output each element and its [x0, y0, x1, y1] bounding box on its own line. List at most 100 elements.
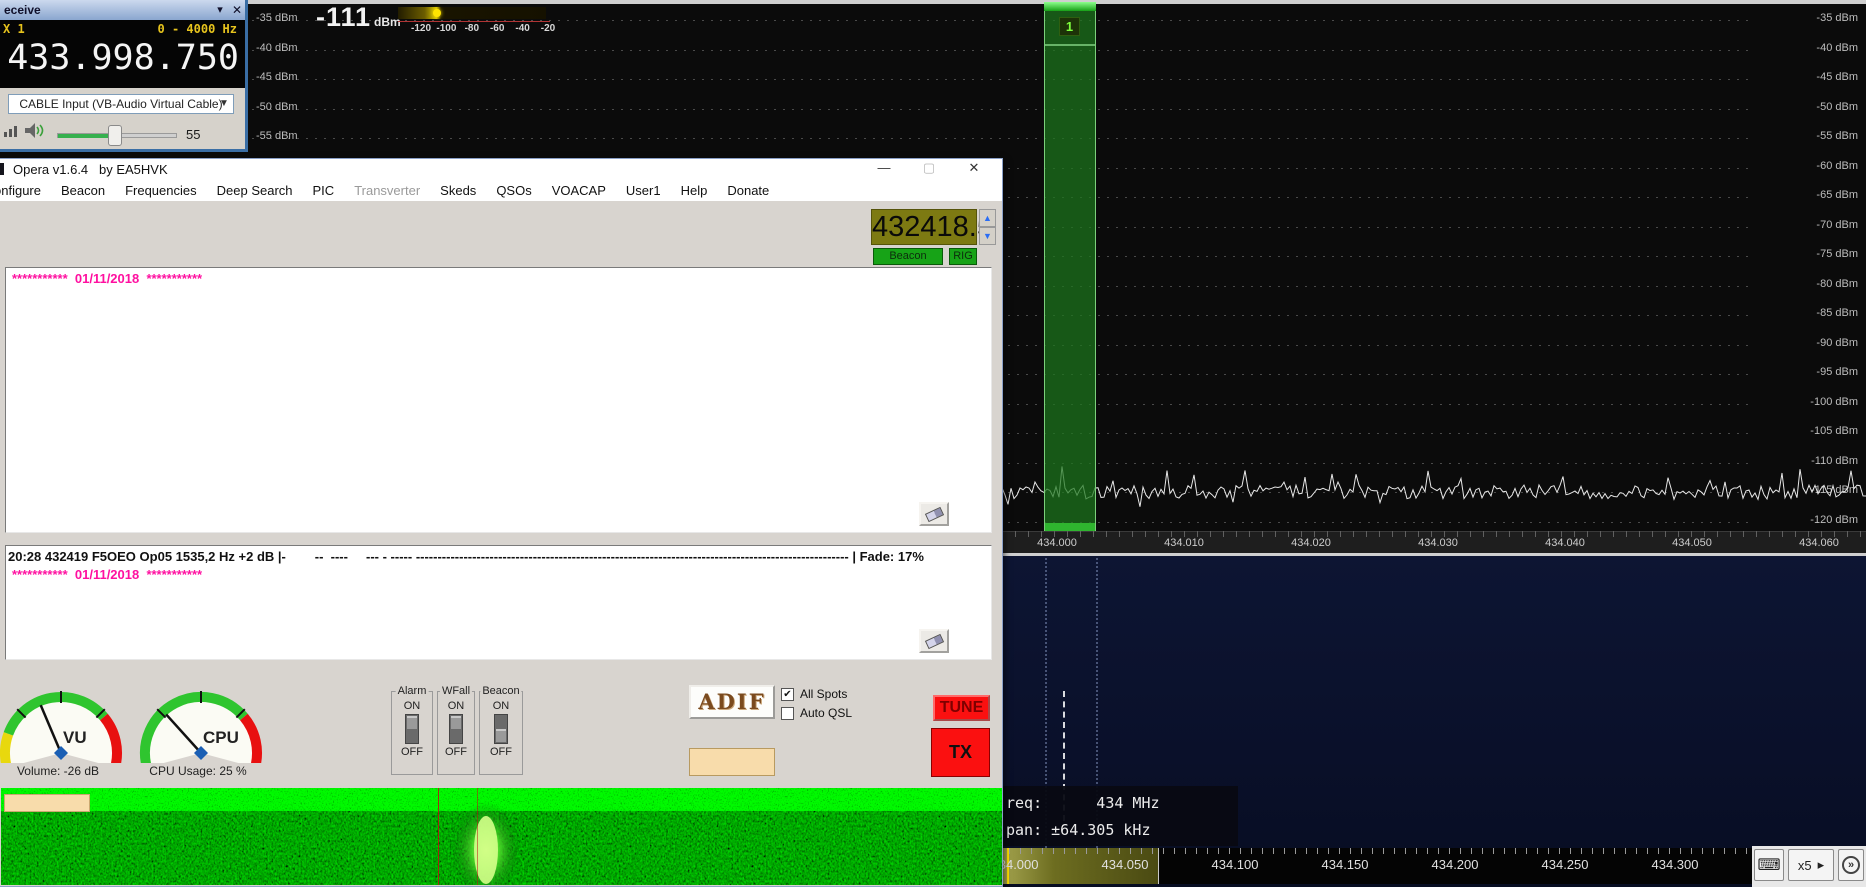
auto-qsl-checkbox-row[interactable]: Auto QSL: [781, 706, 852, 720]
decode-messages-area[interactable]: 20:28 432419 F5OEO Op05 1535,2 Hz +2 dB …: [5, 545, 992, 660]
spectrum-gridline: [252, 109, 1748, 110]
receive-titlebar[interactable]: eceive: [0, 0, 245, 20]
menu-item-beacon[interactable]: Beacon: [51, 181, 115, 200]
db-label-right: -35 dBm: [1794, 12, 1858, 24]
decode-text: 20:28 432419 F5OEO Op05 1535,2 Hz +2 dB …: [8, 549, 852, 564]
toggle-group-beacon: BeaconONOFF: [479, 691, 523, 775]
speaker-icon[interactable]: [24, 121, 46, 140]
screen: -35 dBm-35 dBm-40 dBm-40 dBm-45 dBm-45 d…: [0, 0, 1866, 887]
spectrum-gridline: [252, 50, 1748, 51]
menu-item-skeds[interactable]: Skeds: [430, 181, 486, 200]
keyboard-entry-button[interactable]: ⌨: [1754, 849, 1784, 881]
fade-percentage: | Fade: 17%: [852, 549, 924, 564]
db-label-right: -40 dBm: [1794, 42, 1858, 54]
svg-text:VU: VU: [63, 728, 87, 747]
overview-freq-label: 434.250: [1525, 857, 1605, 872]
channel-marker-bar[interactable]: [1044, 2, 1096, 531]
combo-arrow-icon[interactable]: ▼: [216, 96, 232, 112]
cpu-usage-caption: CPU Usage: 25 %: [118, 764, 278, 778]
tooltip-span-line: pan: ±64.305 kHz: [1006, 821, 1151, 839]
rig-button[interactable]: RIG: [949, 248, 977, 265]
beacon-frequency-display[interactable]: 432418.5: [871, 209, 977, 245]
equalizer-icon[interactable]: [3, 124, 19, 138]
auto-qsl-label: Auto QSL: [800, 706, 852, 720]
collapse-icon[interactable]: ▾: [213, 3, 227, 17]
fast-forward-icon: »: [1842, 856, 1860, 874]
menu-item-pic[interactable]: PIC: [303, 181, 345, 200]
spectrum-freq-label: 434.030: [1403, 537, 1473, 549]
minimize-icon[interactable]: —: [869, 159, 899, 178]
menu-item-transverter[interactable]: Transverter: [344, 181, 430, 200]
audio-device-select[interactable]: CABLE Input (VB-Audio Virtual Cable): [8, 94, 234, 114]
toggle-handle[interactable]: [496, 729, 506, 742]
menu-item-user1[interactable]: User1: [616, 181, 671, 200]
overview-freq-label: 434.150: [1305, 857, 1385, 872]
toggle-switch[interactable]: [449, 714, 463, 744]
tune-button[interactable]: TUNE: [933, 695, 990, 721]
menu-item-voacap[interactable]: VOACAP: [542, 181, 616, 200]
all-spots-checkbox-row[interactable]: ✔ All Spots: [781, 687, 847, 701]
band-overview-scale[interactable]: 434.000434.050434.100434.150434.200434.2…: [998, 848, 1866, 884]
spectrum-freq-label: 434.040: [1530, 537, 1600, 549]
toggle-label: WFall: [440, 685, 472, 697]
toggle-switch[interactable]: [405, 714, 419, 744]
toggle-handle[interactable]: [451, 716, 461, 729]
toggle-switch[interactable]: [494, 714, 508, 744]
tx-button[interactable]: TX: [931, 728, 990, 777]
beacon-button[interactable]: Beacon: [873, 248, 943, 265]
menu-item-donate[interactable]: Donate: [717, 181, 779, 200]
close-icon[interactable]: ✕: [230, 3, 244, 17]
fast-scroll-button[interactable]: »: [1838, 849, 1864, 881]
db-label-right: -55 dBm: [1794, 130, 1858, 142]
channel-marker-inner-line: [1045, 44, 1095, 46]
checkbox-checked-icon[interactable]: ✔: [781, 688, 794, 701]
adif-button[interactable]: ADIF: [689, 685, 775, 719]
menu-item-help[interactable]: Help: [671, 181, 718, 200]
frequency-spin-up-button[interactable]: ▲: [979, 209, 996, 227]
menu-item-qsos[interactable]: QSOs: [486, 181, 541, 200]
clear-log-button[interactable]: [919, 502, 949, 526]
frequency-spin-down-button[interactable]: ▼: [979, 227, 996, 245]
overview-freq-label: 434.050: [1085, 857, 1165, 872]
frequency-tooltip: req: 434 MHz pan: ±64.305 kHz: [998, 786, 1238, 846]
checkbox-unchecked-icon[interactable]: [781, 707, 794, 720]
zoom-level-label: x5: [1798, 858, 1812, 873]
toggle-off-label: OFF: [480, 746, 522, 758]
waterfall-panel[interactable]: req: 434 MHz pan: ±64.305 kHz 434.000434…: [998, 556, 1866, 887]
date-separator-line: *********** 01/11/2018 ***********: [6, 268, 991, 286]
overview-scale-ticks: [998, 848, 1754, 854]
toggle-label: Alarm: [396, 685, 429, 697]
toggle-group-alarm: AlarmONOFF: [391, 691, 433, 775]
spots-log-area[interactable]: *********** 01/11/2018 ***********: [5, 267, 992, 533]
menu-item-onfigure[interactable]: onfigure: [0, 181, 51, 200]
toggle-group-wfall: WFallONOFF: [437, 691, 475, 775]
menu-item-deep-search[interactable]: Deep Search: [207, 181, 303, 200]
waterfall-marker-line-2: [477, 788, 478, 885]
toggle-handle[interactable]: [407, 716, 417, 729]
channel-number-badge: 1: [1059, 17, 1080, 36]
spectrum-freq-label: 434.060: [1784, 537, 1854, 549]
opera-titlebar[interactable]: Opera v1.6.4 by EA5HVK — ▢ ✕: [0, 159, 1002, 179]
waterfall-input-field[interactable]: [4, 794, 90, 812]
zoom-x5-button[interactable]: x5 ▸: [1788, 849, 1834, 881]
maximize-icon[interactable]: ▢: [914, 159, 944, 178]
rx-frequency-readout[interactable]: 0.433.998.750: [0, 38, 239, 78]
volume-slider-handle[interactable]: [108, 125, 122, 146]
db-label-right: -70 dBm: [1794, 219, 1858, 231]
db-label-right: -80 dBm: [1794, 278, 1858, 290]
clear-messages-button[interactable]: [919, 629, 949, 653]
channel-marker-foot: [1045, 523, 1095, 531]
waterfall-marker-line: [438, 788, 439, 885]
close-icon[interactable]: ✕: [959, 159, 989, 178]
db-label-right: -60 dBm: [1794, 160, 1858, 172]
message-input-field[interactable]: [689, 748, 775, 776]
menu-item-frequencies[interactable]: Frequencies: [115, 181, 207, 200]
signal-meter-baseline: [398, 21, 550, 22]
toggle-on-label: ON: [392, 700, 432, 712]
spectrum-freq-label: 434.000: [1022, 537, 1092, 549]
spectrum-gridline: [252, 138, 1748, 139]
keyboard-icon: ⌨: [1757, 855, 1780, 875]
eraser-icon: [924, 634, 943, 649]
db-label-right: -75 dBm: [1794, 248, 1858, 260]
overview-freq-label: 434.300: [1635, 857, 1715, 872]
